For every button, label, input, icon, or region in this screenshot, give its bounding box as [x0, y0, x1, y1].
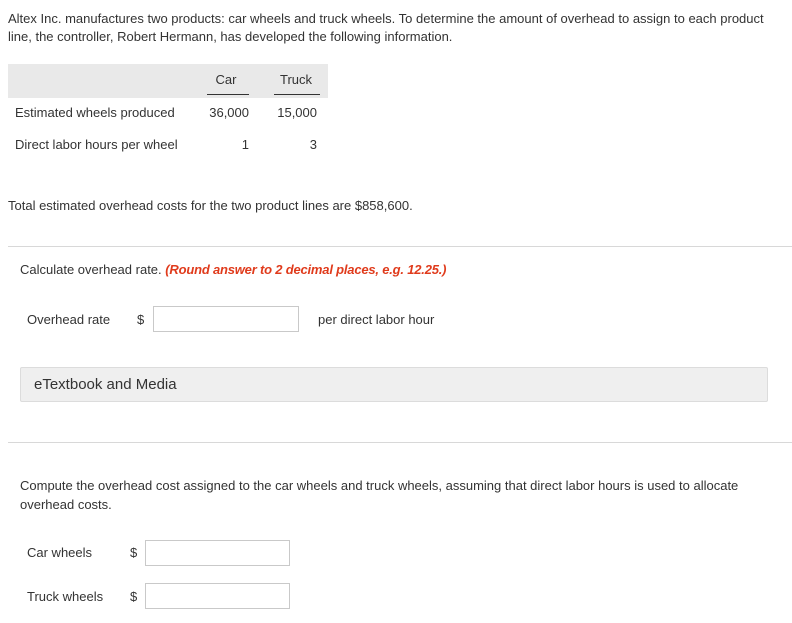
car-wheels-label: Car wheels: [27, 545, 93, 560]
question1-text: Calculate overhead rate.: [20, 262, 162, 277]
problem-intro: Altex Inc. manufactures two products: ca…: [8, 11, 764, 44]
car-labor-hours: 1: [241, 137, 249, 152]
header-truck: Truck: [279, 72, 313, 87]
etextbook-media-button[interactable]: eTextbook and Media: [20, 367, 768, 402]
overhead-rate-currency: $: [137, 312, 145, 327]
overhead-rate-unit: per direct labor hour: [318, 312, 435, 327]
truck-wheels-currency: $: [130, 589, 138, 604]
truck-wheels-label: Truck wheels: [27, 589, 104, 604]
etextbook-media-label: eTextbook and Media: [34, 376, 177, 393]
header-truck-underline: [274, 94, 320, 95]
section-divider: [8, 246, 792, 247]
car-wheels-currency: $: [130, 545, 138, 560]
overhead-rate-input[interactable]: [153, 306, 299, 332]
overhead-rate-label: Overhead rate: [27, 312, 111, 327]
truck-wheels-overhead-input[interactable]: [145, 583, 290, 609]
table-header: Car Truck: [8, 64, 328, 98]
truck-labor-hours: 3: [309, 137, 317, 152]
section-divider-2: [8, 442, 792, 443]
row-label-labor-hours: Direct labor hours per wheel: [15, 137, 178, 152]
question1-prompt: Calculate overhead rate. (Round answer t…: [20, 262, 447, 277]
rounding-hint: (Round answer to 2 decimal places, e.g. …: [165, 262, 447, 277]
header-car: Car: [215, 72, 237, 87]
total-overhead-text: Total estimated overhead costs for the t…: [8, 198, 413, 213]
truck-wheels-produced: 15,000: [277, 105, 317, 120]
question2-prompt: Compute the overhead cost assigned to th…: [20, 478, 739, 512]
car-wheels-produced: 36,000: [209, 105, 249, 120]
header-car-underline: [207, 94, 249, 95]
car-wheels-overhead-input[interactable]: [145, 540, 290, 566]
row-label-wheels-produced: Estimated wheels produced: [15, 105, 175, 120]
